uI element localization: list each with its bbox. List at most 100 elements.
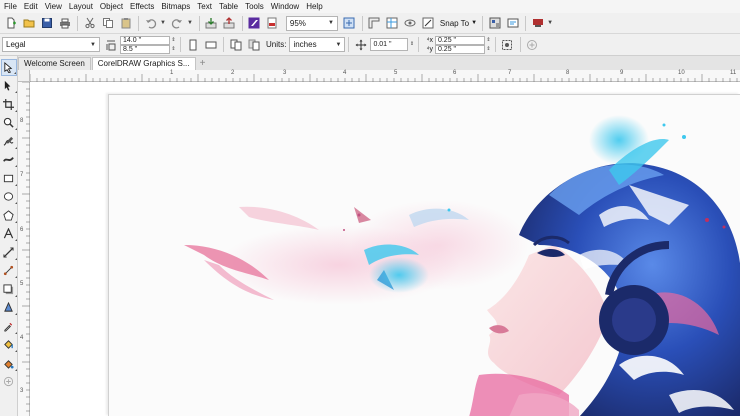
chevron-down-icon: ▼ bbox=[471, 20, 478, 26]
spinner-icon[interactable]: ⇕ bbox=[170, 45, 177, 54]
duplicate-x-input[interactable]: 0.25 " bbox=[434, 35, 485, 45]
interactive-fill-icon[interactable] bbox=[1, 337, 17, 354]
ruler-h-label: 6 bbox=[453, 70, 457, 76]
text-tool-icon[interactable] bbox=[1, 226, 17, 243]
ruler-h-label: 2 bbox=[231, 70, 235, 76]
redo-dropdown-icon[interactable]: ▼ bbox=[187, 20, 193, 26]
cut-icon[interactable] bbox=[81, 15, 98, 32]
polygon-tool-icon[interactable] bbox=[1, 207, 17, 224]
options-icon[interactable] bbox=[504, 15, 521, 32]
color-eyedropper-icon[interactable] bbox=[1, 318, 17, 335]
menu-bitmaps[interactable]: Bitmaps bbox=[161, 2, 190, 11]
publish-icon[interactable] bbox=[246, 15, 263, 32]
undo-dropdown-icon[interactable]: ▼ bbox=[160, 20, 166, 26]
pdf-icon[interactable] bbox=[264, 15, 281, 32]
treat-as-filled-icon[interactable] bbox=[499, 36, 516, 53]
spinner-icon[interactable]: ⇕ bbox=[485, 36, 492, 45]
export-icon[interactable] bbox=[221, 15, 238, 32]
menu-bar: File Edit View Layout Object Effects Bit… bbox=[0, 0, 740, 13]
drop-shadow-icon[interactable] bbox=[1, 281, 17, 298]
view-mode-icon[interactable] bbox=[402, 15, 419, 32]
horizontal-ruler[interactable]: 1 2 3 4 5 6 7 8 9 10 11 bbox=[30, 70, 740, 82]
page-height-input[interactable]: 8.5 " bbox=[120, 44, 170, 54]
ruler-v-label: 3 bbox=[20, 388, 24, 394]
snap-to-button[interactable]: Snap To ▼ bbox=[440, 19, 477, 28]
new-icon[interactable] bbox=[2, 15, 19, 32]
rulers-icon[interactable] bbox=[366, 15, 383, 32]
watercolor-portrait-artwork[interactable] bbox=[109, 95, 740, 416]
current-page-icon[interactable] bbox=[245, 36, 262, 53]
menu-edit[interactable]: Edit bbox=[24, 2, 38, 11]
ruler-origin[interactable] bbox=[18, 70, 30, 82]
nudge-distance-input[interactable]: 0.01 " bbox=[370, 38, 409, 51]
paste-icon[interactable] bbox=[117, 15, 134, 32]
ruler-h-label: 5 bbox=[394, 70, 398, 76]
application-launcher-icon[interactable] bbox=[529, 15, 546, 32]
toolbar-separator bbox=[348, 37, 350, 52]
menu-object[interactable]: Object bbox=[100, 2, 123, 11]
vertical-ruler[interactable]: 8 7 6 5 4 3 bbox=[18, 82, 30, 416]
toolbox bbox=[0, 56, 18, 416]
page-size-select[interactable]: Legal ▼ bbox=[2, 37, 100, 52]
zoom-fit-icon[interactable] bbox=[341, 15, 358, 32]
chevron-down-icon: ▼ bbox=[327, 20, 334, 26]
freehand-tool-icon[interactable] bbox=[1, 133, 17, 150]
connector-tool-icon[interactable] bbox=[1, 263, 17, 280]
tab-welcome-screen[interactable]: Welcome Screen bbox=[18, 57, 91, 70]
zoom-tool-icon[interactable] bbox=[1, 115, 17, 132]
add-button-icon[interactable] bbox=[524, 36, 541, 53]
menu-file[interactable]: File bbox=[4, 2, 17, 11]
page-width-input[interactable]: 14.0 " bbox=[120, 35, 170, 45]
print-icon[interactable] bbox=[56, 15, 73, 32]
all-pages-icon[interactable] bbox=[227, 36, 244, 53]
landscape-icon[interactable] bbox=[202, 36, 219, 53]
duplicate-y-input[interactable]: 0.25 " bbox=[434, 44, 485, 54]
guidelines-icon[interactable] bbox=[384, 15, 401, 32]
snap-grid-icon[interactable] bbox=[420, 15, 437, 32]
menu-effects[interactable]: Effects bbox=[130, 2, 154, 11]
pick-tool-icon[interactable] bbox=[0, 59, 17, 76]
units-value: inches bbox=[293, 40, 317, 49]
shape-tool-icon[interactable] bbox=[1, 78, 17, 95]
spinner-icon[interactable]: ⇕ bbox=[170, 36, 177, 45]
launcher-dropdown-icon[interactable]: ▼ bbox=[547, 20, 553, 26]
units-select[interactable]: inches ▼ bbox=[289, 37, 346, 52]
open-icon[interactable] bbox=[20, 15, 37, 32]
import-icon[interactable] bbox=[203, 15, 220, 32]
undo-icon[interactable] bbox=[142, 15, 159, 32]
rectangle-tool-icon[interactable] bbox=[1, 170, 17, 187]
zoom-level-select[interactable]: 95% ▼ bbox=[285, 15, 338, 31]
ruler-h-label: 7 bbox=[508, 70, 512, 76]
ruler-h-label: 8 bbox=[566, 70, 570, 76]
add-tool-icon[interactable] bbox=[1, 374, 17, 391]
ellipse-tool-icon[interactable] bbox=[1, 189, 17, 206]
ruler-v-label: 6 bbox=[20, 227, 24, 233]
new-tab-icon[interactable]: + bbox=[197, 58, 209, 70]
redo-icon[interactable] bbox=[169, 15, 186, 32]
copy-icon[interactable] bbox=[99, 15, 116, 32]
toolbar-separator bbox=[494, 37, 496, 52]
save-icon[interactable] bbox=[38, 15, 55, 32]
menu-help[interactable]: Help bbox=[306, 2, 322, 11]
document-page[interactable] bbox=[108, 94, 740, 416]
menu-layout[interactable]: Layout bbox=[69, 2, 93, 11]
parallel-dimension-icon[interactable] bbox=[1, 244, 17, 261]
menu-window[interactable]: Window bbox=[271, 2, 299, 11]
portrait-icon[interactable] bbox=[184, 36, 201, 53]
launch-icon[interactable] bbox=[486, 15, 503, 32]
ruler-v-label: 4 bbox=[20, 335, 24, 341]
spinner-icon[interactable]: ⇕ bbox=[485, 45, 492, 54]
artistic-media-icon[interactable] bbox=[1, 152, 17, 169]
menu-table[interactable]: Table bbox=[219, 2, 238, 11]
tab-document[interactable]: CorelDRAW Graphics S... bbox=[91, 57, 196, 70]
transparency-tool-icon[interactable] bbox=[1, 300, 17, 317]
crop-tool-icon[interactable] bbox=[1, 96, 17, 113]
smart-fill-icon[interactable] bbox=[1, 355, 17, 372]
toolbar-separator bbox=[198, 15, 200, 31]
duplicate-x-icon: ⁴x bbox=[426, 36, 433, 44]
spinner-icon[interactable]: ⇕ bbox=[408, 38, 415, 51]
menu-text[interactable]: Text bbox=[197, 2, 212, 11]
menu-tools[interactable]: Tools bbox=[245, 2, 264, 11]
menu-view[interactable]: View bbox=[45, 2, 62, 11]
drawing-canvas[interactable] bbox=[30, 82, 740, 416]
